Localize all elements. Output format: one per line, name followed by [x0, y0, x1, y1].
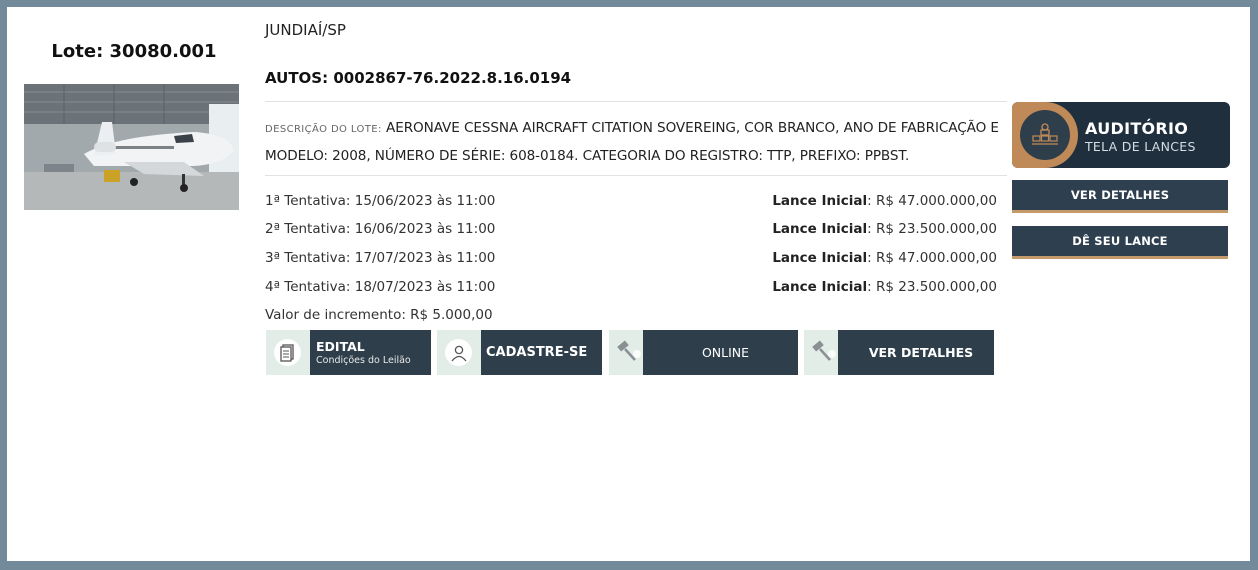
attempt-bid: Lance Inicial: R$ 23.500.000,00: [772, 221, 997, 237]
details-label: VER DETALHES: [868, 345, 974, 360]
description-label: DESCRIÇÃO DO LOTE:: [265, 124, 382, 135]
edital-icon-box: [266, 330, 310, 375]
lot-autos: AUTOS: 0002867-76.2022.8.16.0194: [265, 69, 572, 87]
bid-value: : R$ 23.500.000,00: [867, 221, 997, 237]
aircraft-image: [24, 84, 239, 210]
auditorium-button[interactable]: AUDITÓRIO TELA DE LANCES: [1012, 102, 1230, 168]
bid-label: Lance Inicial: [772, 193, 868, 209]
gavel-icon: [615, 340, 641, 368]
edital-title: EDITAL: [316, 339, 365, 354]
bid-label: Lance Inicial: [772, 221, 868, 237]
auditorium-title: AUDITÓRIO: [1085, 119, 1189, 138]
lot-location: JUNDIAÍ/SP: [265, 21, 346, 39]
attempt-date: 2ª Tentativa: 16/06/2023 às 11:00: [265, 221, 496, 237]
edital-subtitle: Condições do Leilão: [316, 355, 411, 366]
divider: [265, 101, 1007, 102]
register-label: CADASTRE-SE: [486, 345, 588, 360]
online-button[interactable]: ONLINE: [609, 330, 798, 375]
attempt-date: 3ª Tentativa: 17/07/2023 às 11:00: [265, 250, 496, 266]
gavel-icon: [810, 340, 836, 368]
attempt-row: 2ª Tentativa: 16/06/2023 às 11:00 Lance …: [265, 221, 997, 241]
document-icon: [274, 339, 301, 366]
edital-button[interactable]: EDITAL Condições do Leilão: [266, 330, 431, 375]
register-icon-box: [437, 330, 481, 375]
attempt-date: 4ª Tentativa: 18/07/2023 às 11:00: [265, 279, 496, 295]
place-bid-button[interactable]: DÊ SEU LANCE: [1012, 226, 1228, 259]
online-label: ONLINE: [701, 345, 750, 360]
bid-label: Lance Inicial: [772, 279, 868, 295]
online-icon-box: [609, 330, 643, 375]
user-icon: [445, 339, 472, 366]
divider: [265, 175, 1007, 176]
attempt-bid: Lance Inicial: R$ 47.000.000,00: [772, 250, 997, 266]
side-details-button[interactable]: VER DETALHES: [1012, 180, 1228, 213]
details-button[interactable]: VER DETALHES: [804, 330, 994, 375]
lot-card: Lote: 30080.001 JUNDIAÍ/SP AUTOS: 000286…: [7, 7, 1250, 561]
lot-photo[interactable]: [24, 84, 239, 210]
lot-title: Lote: 30080.001: [51, 41, 217, 62]
attempt-row: 4ª Tentativa: 18/07/2023 às 11:00 Lance …: [265, 279, 997, 299]
attempt-bid: Lance Inicial: R$ 23.500.000,00: [772, 279, 997, 295]
attempt-bid: Lance Inicial: R$ 47.000.000,00: [772, 193, 997, 209]
lot-description: DESCRIÇÃO DO LOTE: AERONAVE CESSNA AIRCR…: [265, 115, 1007, 169]
bid-value: : R$ 47.000.000,00: [867, 250, 997, 266]
attempt-row: 3ª Tentativa: 17/07/2023 às 11:00 Lance …: [265, 250, 997, 270]
bid-value: : R$ 23.500.000,00: [867, 279, 997, 295]
attempt-date: 1ª Tentativa: 15/06/2023 às 11:00: [265, 193, 496, 209]
increment-value: Valor de incremento: R$ 5.000,00: [265, 307, 493, 323]
bid-value: : R$ 47.000.000,00: [867, 193, 997, 209]
register-button[interactable]: CADASTRE-SE: [437, 330, 602, 375]
auditorium-subtitle: TELA DE LANCES: [1085, 139, 1196, 154]
attempt-row: 1ª Tentativa: 15/06/2023 às 11:00 Lance …: [265, 193, 997, 213]
details-icon-box: [804, 330, 838, 375]
bid-label: Lance Inicial: [772, 250, 868, 266]
auditorium-icon: [1020, 110, 1070, 160]
